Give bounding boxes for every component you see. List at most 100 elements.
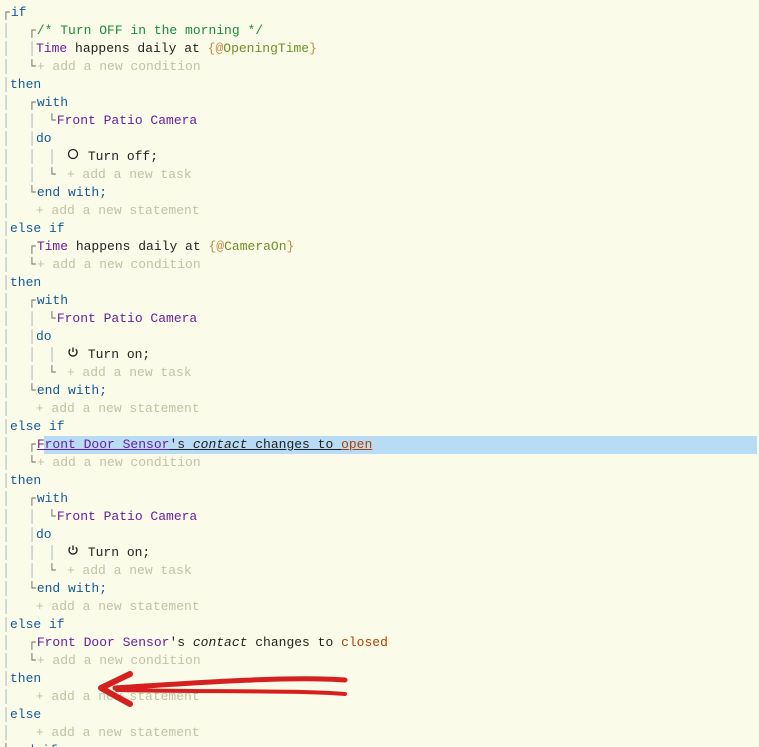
kw-then: then [10, 472, 41, 490]
add-statement-line[interactable]: │ + add a new statement [2, 598, 757, 616]
trigger-subject[interactable]: Front Door Sensor [37, 436, 170, 454]
trigger-state: closed [341, 634, 388, 652]
add-condition[interactable]: + add a new condition [37, 652, 201, 670]
line[interactable]: │││ Turn off; [2, 148, 757, 166]
trigger-poss: 's [169, 436, 192, 454]
line[interactable]: ││└Front Patio Camera [2, 508, 757, 526]
power-on-icon [66, 544, 80, 562]
trigger-text: happens daily at [68, 238, 208, 256]
line[interactable]: │else if [2, 220, 757, 238]
line[interactable]: │then [2, 76, 757, 94]
line[interactable]: │││ Turn on; [2, 346, 757, 364]
kw-else-if: else if [10, 220, 65, 238]
kw-with: with [37, 94, 68, 112]
add-statement[interactable]: + add a new statement [36, 202, 200, 220]
kw-then: then [10, 670, 41, 688]
trigger-subject: Time [36, 40, 67, 58]
line[interactable]: ┌if [2, 4, 757, 22]
add-task[interactable]: + add a new task [67, 562, 192, 580]
kw-do: do [36, 130, 52, 148]
kw-else-if: else if [10, 418, 65, 436]
line[interactable]: │└end with; [2, 580, 757, 598]
kw-with: with [37, 292, 68, 310]
add-condition-line[interactable]: │└+ add a new condition [2, 58, 757, 76]
kw-if: if [11, 4, 27, 22]
add-task-line[interactable]: ││└+ add a new task [2, 166, 757, 184]
add-condition-line[interactable]: │└+ add a new condition [2, 454, 757, 472]
line[interactable]: │else if [2, 616, 757, 634]
line[interactable]: │then [2, 274, 757, 292]
trigger-attr: contact [193, 436, 248, 454]
selected-condition-line[interactable]: │┌Front Door Sensor's contact changes to… [2, 436, 757, 454]
trigger-text: changes to [247, 634, 341, 652]
line[interactable]: │┌/* Turn OFF in the morning */ [2, 22, 757, 40]
line[interactable]: │││ Turn on; [2, 544, 757, 562]
device: Front Patio Camera [57, 310, 197, 328]
line[interactable]: ││└Front Patio Camera [2, 310, 757, 328]
line[interactable]: ││└Front Patio Camera [2, 112, 757, 130]
line[interactable]: │┌Time happens daily at {@CameraOn} [2, 238, 757, 256]
line[interactable]: │┌with [2, 490, 757, 508]
kw-else-if: else if [10, 616, 65, 634]
trigger-text: changes to [247, 436, 341, 454]
line[interactable]: │┌Front Door Sensor's contact changes to… [2, 634, 757, 652]
line[interactable]: │┌with [2, 94, 757, 112]
add-statement-line[interactable]: │ + add a new statement [2, 400, 757, 418]
action: Turn on; [88, 346, 150, 364]
kw-else: else [10, 706, 41, 724]
line[interactable]: │else [2, 706, 757, 724]
device: Front Patio Camera [57, 508, 197, 526]
trigger-attr: contact [193, 634, 248, 652]
trigger-subject: Front Door Sensor [37, 634, 170, 652]
line[interactable]: │else if [2, 418, 757, 436]
line[interactable]: │└end with; [2, 184, 757, 202]
add-statement[interactable]: + add a new statement [36, 400, 200, 418]
line[interactable]: │└end with; [2, 382, 757, 400]
add-condition[interactable]: + add a new condition [37, 454, 201, 472]
add-statement[interactable]: + add a new statement [36, 598, 200, 616]
line[interactable]: ││do [2, 130, 757, 148]
kw-with: with [37, 490, 68, 508]
trigger-state: open [341, 436, 372, 454]
var-openingtime: OpeningTime [223, 40, 309, 58]
add-statement-line[interactable]: │ + add a new statement [2, 202, 757, 220]
trigger-text: happens daily at [67, 40, 207, 58]
line[interactable]: └end if; [2, 742, 757, 747]
kw-do: do [36, 526, 52, 544]
kw-then: then [10, 76, 41, 94]
kw-end-with: end with; [37, 382, 107, 400]
power-on-icon [66, 346, 80, 364]
trigger-subject: Time [37, 238, 68, 256]
action: Turn on; [88, 544, 150, 562]
code-editor[interactable]: ┌if │┌/* Turn OFF in the morning */ ││Ti… [0, 0, 759, 747]
device: Front Patio Camera [57, 112, 197, 130]
kw-do: do [36, 328, 52, 346]
line[interactable]: ││Time happens daily at {@OpeningTime} [2, 40, 757, 58]
add-condition-line[interactable]: │└+ add a new condition [2, 256, 757, 274]
add-task-line[interactable]: ││└+ add a new task [2, 364, 757, 382]
line[interactable]: ││do [2, 526, 757, 544]
trigger-poss: 's [169, 634, 192, 652]
kw-then: then [10, 274, 41, 292]
add-task[interactable]: + add a new task [67, 166, 192, 184]
action: Turn off; [88, 148, 158, 166]
comment: /* Turn OFF in the morning */ [37, 22, 263, 40]
add-condition[interactable]: + add a new condition [37, 256, 201, 274]
kw-end-with: end with; [37, 580, 107, 598]
kw-end-with: end with; [37, 184, 107, 202]
add-condition-line[interactable]: │└+ add a new condition [2, 652, 757, 670]
turn-off-icon [66, 148, 80, 166]
line[interactable]: │then [2, 670, 757, 688]
add-statement[interactable]: + add a new statement [36, 688, 200, 706]
add-statement-line-annotated[interactable]: │ + add a new statement [2, 688, 757, 706]
line[interactable]: │then [2, 472, 757, 490]
add-task[interactable]: + add a new task [67, 364, 192, 382]
add-condition[interactable]: + add a new condition [37, 58, 201, 76]
add-task-line[interactable]: ││└+ add a new task [2, 562, 757, 580]
kw-end-if: end if; [11, 742, 66, 747]
var-cameraon: CameraOn [224, 238, 286, 256]
line[interactable]: │┌with [2, 292, 757, 310]
add-statement-line[interactable]: │ + add a new statement [2, 724, 757, 742]
add-statement[interactable]: + add a new statement [36, 724, 200, 742]
line[interactable]: ││do [2, 328, 757, 346]
